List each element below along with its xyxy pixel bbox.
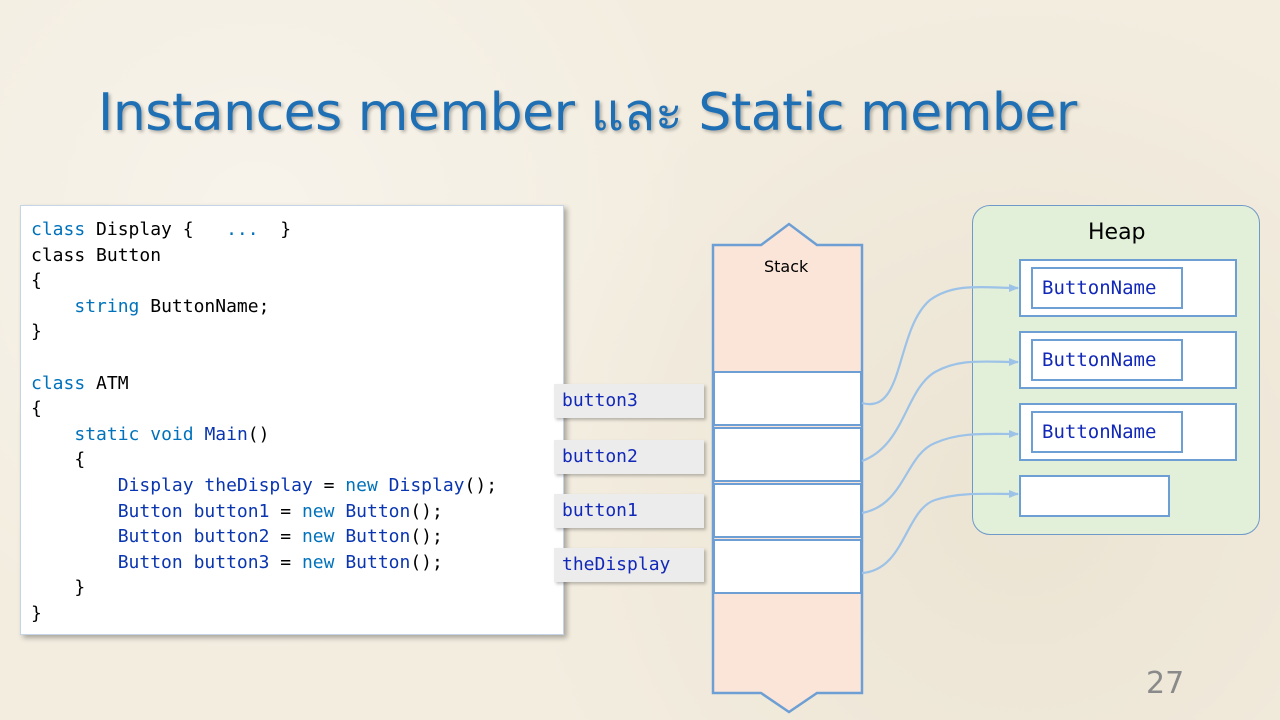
arrow-button2-to-object bbox=[861, 357, 1019, 463]
arrow-button3-to-object bbox=[861, 283, 1019, 406]
arrow-thedisplay-to-object bbox=[861, 489, 1019, 575]
reference-arrows bbox=[861, 283, 1019, 575]
page-number: 27 bbox=[1146, 666, 1185, 701]
